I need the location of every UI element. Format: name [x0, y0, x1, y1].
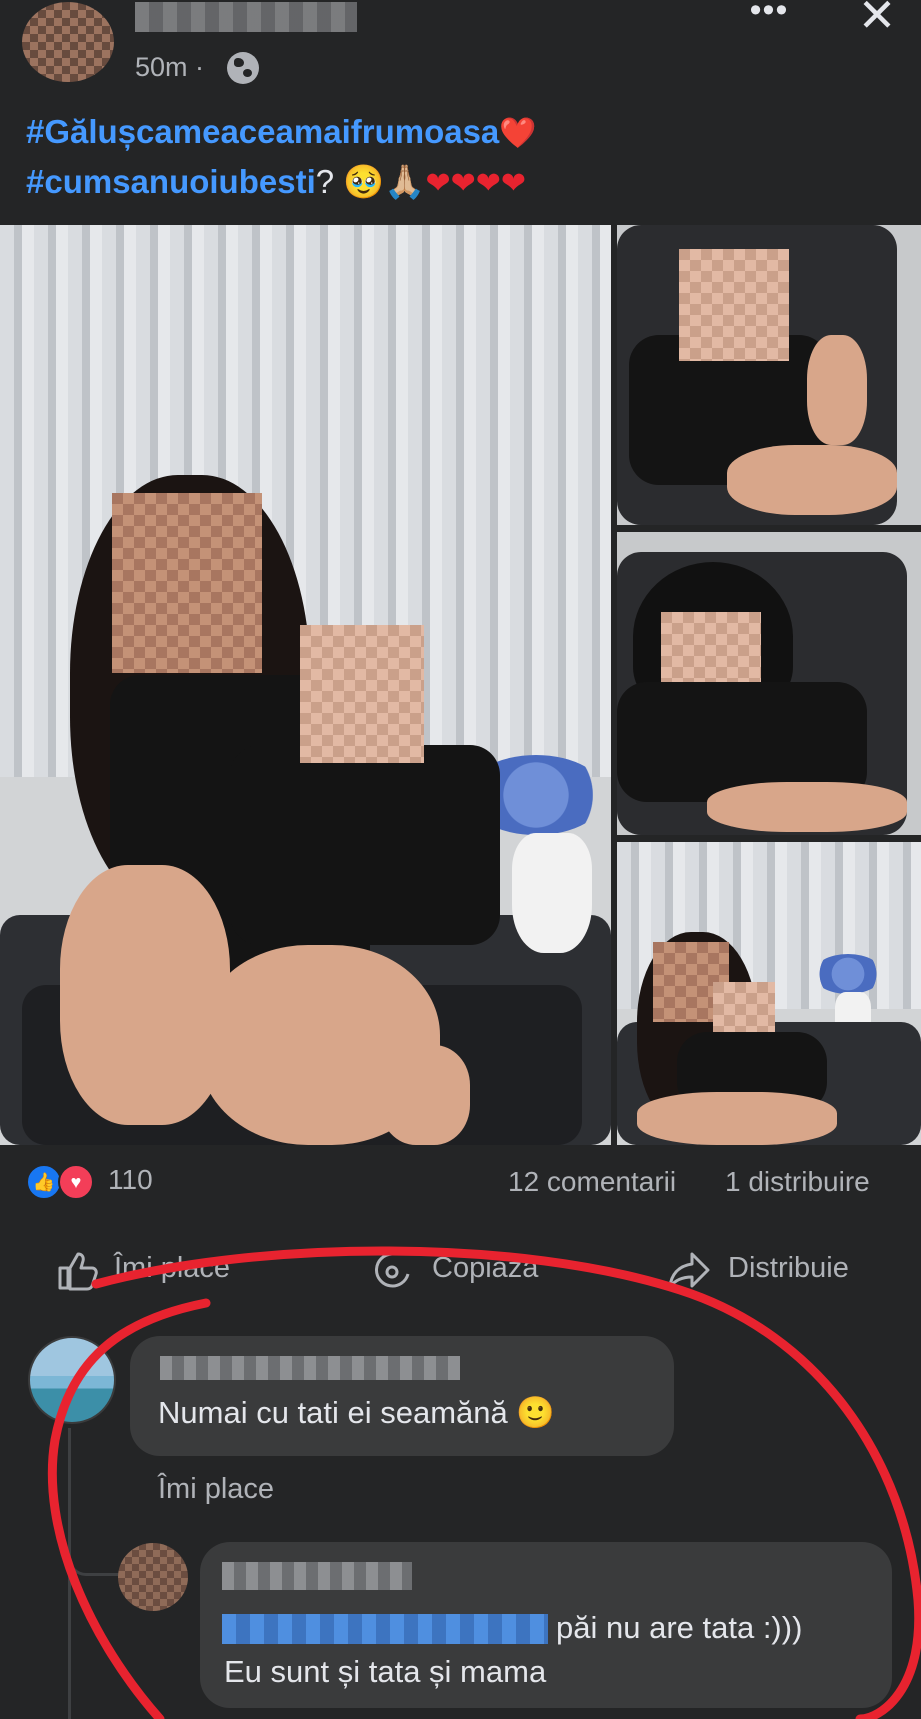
copy-button-label: Copiază — [432, 1252, 539, 1284]
author-avatar[interactable] — [22, 2, 114, 82]
heart-emoji: ❤️ — [499, 117, 537, 150]
copy-icon — [375, 1252, 410, 1288]
author-name-redacted[interactable] — [135, 2, 357, 32]
post-photo-4[interactable] — [617, 842, 921, 1145]
like-reaction-icon: 👍 — [26, 1164, 62, 1200]
caption-text: ? — [315, 163, 335, 200]
comment-like-link[interactable]: Îmi place — [158, 1473, 274, 1506]
face-redacted — [112, 493, 262, 673]
comments-count[interactable]: 12 comentarii — [508, 1166, 676, 1198]
share-arrow-icon — [668, 1252, 710, 1289]
reply-thread-connector — [68, 1428, 120, 1576]
love-reaction-icon: ♥ — [58, 1164, 94, 1200]
like-button-label: Îmi place — [114, 1252, 231, 1284]
post-header: 50m · ••• ✕ — [0, 0, 921, 100]
post-caption: #Gălușcameaceamaifrumoasa❤️ #cumsanuoiub… — [26, 108, 896, 208]
baby-face-redacted — [300, 625, 424, 763]
reply-author-name-redacted[interactable] — [222, 1562, 412, 1590]
emoji-sequence: 🥹🙏🏼 — [343, 163, 426, 200]
reply-text-line2: Eu sunt și tata și mama — [224, 1654, 547, 1689]
post-photo-3[interactable] — [617, 532, 921, 835]
copy-button[interactable]: Copiază — [370, 1248, 590, 1292]
post-photo-main[interactable] — [0, 225, 611, 1145]
post-timestamp[interactable]: 50m · — [135, 52, 204, 83]
commenter-name-redacted[interactable] — [160, 1356, 460, 1380]
hashtag-link[interactable]: #Gălușcameaceamaifrumoasa — [26, 113, 499, 150]
reaction-count: 110 — [108, 1164, 153, 1195]
close-icon[interactable]: ✕ — [855, 0, 899, 38]
like-button[interactable]: Îmi place — [56, 1248, 286, 1292]
facebook-post-screen: 50m · ••• ✕ #Gălușcameaceamaifrumoasa❤️ … — [0, 0, 921, 1719]
shares-count[interactable]: 1 distribuire — [725, 1166, 870, 1198]
reply-bubble[interactable]: păi nu are tata :))) Eu sunt și tata și … — [200, 1542, 892, 1708]
share-button-label: Distribuie — [728, 1252, 849, 1284]
reply-text-line1: păi nu are tata :))) — [556, 1610, 803, 1645]
commenter-avatar[interactable] — [28, 1336, 116, 1424]
globe-icon — [227, 52, 259, 84]
reply-author-avatar[interactable] — [118, 1543, 188, 1611]
comment-text: Numai cu tati ei seamănă 🙂 — [158, 1395, 555, 1430]
post-photo-2[interactable] — [617, 225, 921, 525]
comment-bubble[interactable]: Numai cu tati ei seamănă 🙂 — [130, 1336, 674, 1456]
share-button[interactable]: Distribuie — [666, 1248, 906, 1292]
mention-link-redacted[interactable] — [222, 1614, 548, 1644]
hashtag-link[interactable]: #cumsanuoiubesti — [26, 163, 316, 200]
baby-face-redacted — [679, 249, 789, 361]
thumbs-up-icon — [58, 1252, 98, 1291]
hearts-emoji: ❤❤❤❤ — [425, 167, 526, 200]
more-horizontal-icon[interactable]: ••• — [742, 0, 796, 27]
